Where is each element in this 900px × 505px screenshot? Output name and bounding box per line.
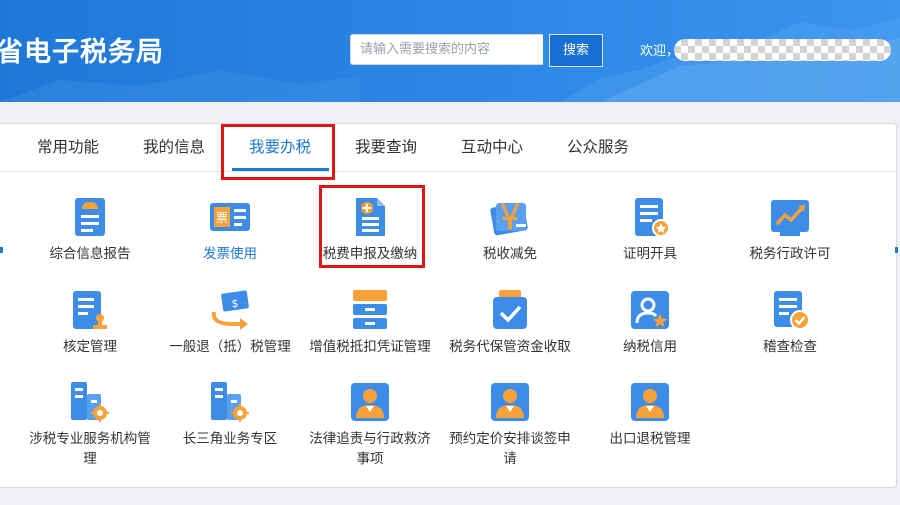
tile-inspection[interactable]: 稽查检查 [720, 288, 860, 357]
tab-tax-handling[interactable]: 我要办税 [249, 124, 311, 171]
tab-common-functions[interactable]: 常用功能 [37, 124, 99, 171]
tile-tax-refund[interactable]: $ 一般退（抵）税管理 [160, 288, 300, 357]
tile-label: 税收减免 [483, 246, 537, 262]
tile-label: 税务行政许可 [749, 246, 831, 262]
inspection-icon [774, 291, 810, 330]
legal-remedy-icon [351, 383, 389, 421]
tile-label: 法律追责与行政救济事项 [309, 431, 431, 467]
svg-text:$: $ [232, 297, 239, 310]
tax-refund-icon: $ [211, 290, 249, 330]
tile-label: 一般退（抵）税管理 [169, 339, 291, 355]
tile-fund-custody[interactable]: 税务代保管资金收取 [440, 288, 580, 357]
tile-vat-voucher[interactable]: 增值税抵扣凭证管理 [300, 288, 440, 357]
tile-label: 长三角业务专区 [182, 431, 278, 447]
assessment-icon [73, 291, 107, 329]
fund-custody-icon [493, 290, 527, 329]
search-input[interactable]: 请输入需要搜索的内容 [350, 34, 543, 65]
export-refund-icon [631, 383, 669, 421]
tile-label: 出口退税管理 [609, 431, 691, 447]
tile-label: 纳税信用 [623, 339, 677, 355]
tile-label: 税费申报及缴纳 [322, 246, 418, 262]
tile-agency-management[interactable]: 涉税专业服务机构管理 [20, 380, 160, 469]
active-tab-underline [232, 168, 329, 171]
svg-text:票: 票 [216, 211, 228, 225]
scroll-right-marker [895, 247, 898, 253]
tab-interaction-center[interactable]: 互动中心 [461, 124, 523, 171]
tab-inquiry[interactable]: 我要查询 [355, 124, 417, 171]
report-icon [75, 198, 105, 236]
tile-invoice-use[interactable]: 票 发票使用 [160, 195, 300, 264]
tile-admin-permit[interactable]: 税务行政许可 [720, 195, 860, 264]
vat-voucher-icon [353, 290, 387, 329]
tile-label: 税务代保管资金收取 [449, 339, 571, 355]
tile-label: 增值税抵扣凭证管理 [309, 339, 431, 355]
username-redacted [674, 39, 891, 61]
admin-permit-icon [771, 200, 809, 236]
tile-tax-relief[interactable]: 税收减免 [440, 195, 580, 264]
tax-relief-icon [490, 202, 528, 236]
pricing-arrangement-icon [491, 383, 529, 421]
tab-bar: 常用功能 我的信息 我要办税 我要查询 互动中心 公众服务 [0, 124, 896, 172]
site-title: 省电子税务局 [0, 37, 164, 68]
tile-label: 发票使用 [203, 246, 257, 262]
agency-icon [71, 382, 109, 422]
tab-public-service[interactable]: 公众服务 [567, 124, 629, 171]
header-banner: 省电子税务局 请输入需要搜索的内容 搜索 欢迎， [0, 0, 900, 102]
tile-tax-declaration[interactable]: 税费申报及缴纳 [300, 195, 440, 264]
invoice-icon: 票 [210, 203, 250, 231]
tile-label: 涉税专业服务机构管理 [29, 431, 151, 467]
tile-label: 综合信息报告 [49, 246, 131, 262]
tile-legal-remedy[interactable]: 法律追责与行政救济事项 [300, 380, 440, 469]
tile-label: 核定管理 [63, 339, 117, 355]
yangtze-zone-icon [211, 382, 249, 422]
tile-yangtze-zone[interactable]: 长三角业务专区 [160, 380, 300, 449]
tile-tax-credit[interactable]: 纳税信用 [580, 288, 720, 357]
tab-my-info[interactable]: 我的信息 [143, 124, 205, 171]
tax-credit-icon [631, 291, 669, 329]
tile-label: 预约定价安排谈签申请 [449, 431, 571, 467]
tile-export-refund[interactable]: 出口退税管理 [580, 380, 720, 449]
tile-pricing-arrangement[interactable]: 预约定价安排谈签申请 [440, 380, 580, 469]
tax-declare-icon [356, 198, 385, 236]
tile-label: 稽查检查 [763, 339, 817, 355]
tile-assessment-management[interactable]: 核定管理 [20, 288, 160, 357]
certificate-icon [635, 198, 670, 237]
tile-certificate-issue[interactable]: 证明开具 [580, 195, 720, 264]
search-button[interactable]: 搜索 [549, 34, 603, 67]
scroll-left-marker [0, 247, 3, 253]
tile-comprehensive-report[interactable]: 综合信息报告 [20, 195, 160, 264]
tile-label: 证明开具 [623, 246, 677, 262]
